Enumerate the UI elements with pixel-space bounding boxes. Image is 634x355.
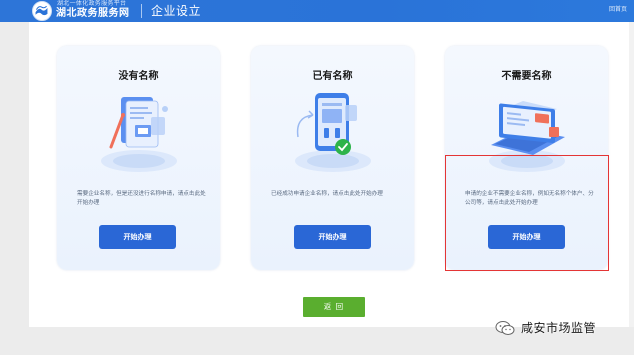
start-button-no-name[interactable]: 开始办理: [99, 225, 176, 249]
card-no-name: 没有名称 需要企业名称，但是还没进行名称申请，请点击此处开始办理 开始办理: [57, 46, 220, 270]
card-title: 不需要名称: [501, 71, 552, 82]
home-link[interactable]: 回首页: [609, 5, 627, 15]
card-title: 已有名称: [312, 71, 353, 82]
card-description: 已经成功申请企业名称，请点击此处开始办理: [271, 191, 383, 197]
hubei-gov-logo-icon[interactable]: [32, 1, 52, 21]
top-header-bar: 湖北一体化政务服务平台 湖北政务服务网 企业设立 回首页: [0, 0, 634, 22]
phone-approved-illustration-icon: [283, 87, 383, 177]
page-title: 企业设立: [151, 4, 202, 18]
document-register-illustration-icon: [89, 87, 189, 177]
page-scrollbar[interactable]: [629, 22, 634, 327]
back-button[interactable]: 返 回: [303, 297, 365, 317]
card-title: 没有名称: [118, 71, 159, 82]
site-subtitle: 湖北一体化政务服务平台: [57, 0, 127, 7]
card-has-name: 已有名称 已经成功申请企业名称，请点击此处开始办理 开始办理: [251, 46, 414, 270]
site-name[interactable]: 湖北政务服务网: [56, 8, 130, 20]
header-divider: [141, 4, 142, 18]
watermark-text: 咸安市场监管: [521, 321, 597, 335]
card-description: 需要企业名称，但是还没进行名称申请，请点击此处开始办理: [77, 191, 206, 206]
highlight-box: [445, 155, 609, 271]
wechat-icon: [495, 321, 515, 335]
start-button-has-name[interactable]: 开始办理: [294, 225, 371, 249]
